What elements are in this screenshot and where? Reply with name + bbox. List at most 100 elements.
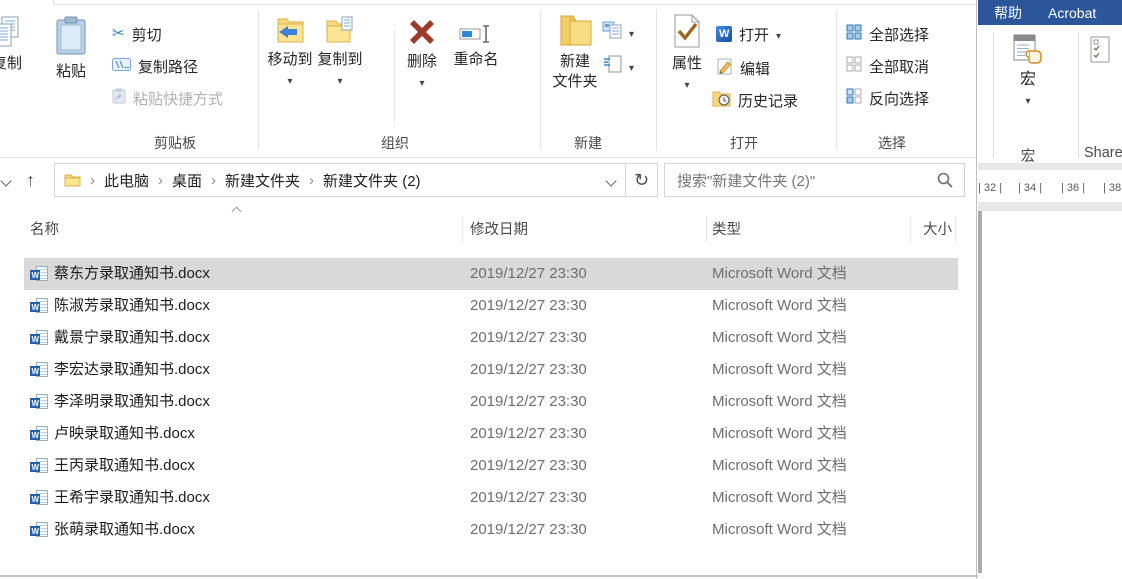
word-ribbon-tab[interactable]: 帮助 — [994, 3, 1022, 23]
ribbon-top-border — [53, 4, 976, 5]
word-ribbon-tab[interactable]: Acrobat — [1048, 5, 1096, 21]
file-name: 戴景宁录取通知书.docx — [54, 329, 210, 346]
search-input[interactable] — [675, 164, 929, 198]
column-separator[interactable] — [910, 216, 911, 242]
delete-button[interactable]: 删除 — [400, 18, 444, 90]
macro-button[interactable]: 宏 — [1002, 34, 1054, 108]
file-date: 2019/12/27 23:30 — [470, 457, 587, 474]
file-row[interactable]: 李泽明录取通知书.docx 2019/12/27 23:30 Microsoft… — [24, 386, 958, 418]
macro-dropdown-icon[interactable] — [1025, 91, 1030, 108]
select-none-label: 全部取消 — [869, 58, 930, 76]
breadcrumb-item[interactable]: 桌面 — [149, 170, 202, 191]
checklist-icon[interactable] — [1090, 36, 1110, 68]
sub-divider — [394, 30, 395, 122]
file-row[interactable]: 卢映录取通知书.docx 2019/12/27 23:30 Microsoft … — [24, 418, 958, 450]
copy-to-dropdown-icon[interactable] — [337, 71, 342, 88]
copy-to-button[interactable]: 复制到 — [316, 16, 364, 88]
file-row[interactable]: 陈淑芳录取通知书.docx 2019/12/27 23:30 Microsoft… — [24, 290, 958, 322]
select-none-button[interactable]: 全部取消 — [846, 54, 929, 78]
file-type: Microsoft Word 文档 — [712, 265, 847, 282]
group-divider — [836, 10, 837, 150]
word-ruler[interactable]: | 32 | | 34 | | 36 | | 38 — [978, 170, 1122, 202]
select-all-button[interactable]: 全部选择 — [846, 22, 929, 46]
open-button[interactable]: 打开 — [716, 22, 781, 46]
column-header-type[interactable]: 类型 — [712, 218, 741, 242]
file-row[interactable]: 戴景宁录取通知书.docx 2019/12/27 23:30 Microsoft… — [24, 322, 958, 354]
properties-button[interactable]: 属性 — [664, 14, 710, 92]
word-title-bar[interactable]: 帮助 Acrobat — [978, 0, 1122, 25]
file-type: Microsoft Word 文档 — [712, 521, 847, 538]
rename-label: 重命名 — [453, 51, 499, 68]
breadcrumb-item[interactable]: 新建文件夹 (2) — [300, 170, 421, 191]
breadcrumb-item[interactable]: 新建文件夹 — [202, 170, 300, 191]
breadcrumb-item[interactable]: 此电脑 — [81, 170, 149, 191]
file-name: 陈淑芳录取通知书.docx — [54, 297, 210, 314]
copy-button[interactable]: 复制 — [0, 16, 30, 72]
select-all-icon — [846, 24, 862, 44]
macro-icon — [1013, 34, 1043, 68]
new-folder-button[interactable]: 新建 文件夹 — [548, 12, 602, 90]
column-separator[interactable] — [955, 216, 956, 242]
word-file-icon — [30, 266, 48, 282]
paste-shortcut-button: 粘贴快捷方式 — [112, 86, 223, 110]
ruler-mark: | 34 | — [1018, 182, 1043, 194]
edit-button[interactable]: 编辑 — [716, 56, 770, 80]
search-box[interactable] — [664, 163, 965, 198]
word-file-icon — [30, 522, 48, 538]
address-bar[interactable]: 此电脑桌面新建文件夹新建文件夹 (2) — [54, 163, 626, 197]
open-dropdown-icon[interactable] — [776, 26, 781, 43]
file-row[interactable]: 李宏达录取通知书.docx 2019/12/27 23:30 Microsoft… — [24, 354, 958, 386]
edit-label: 编辑 — [740, 60, 771, 78]
properties-check-icon — [673, 14, 701, 52]
word-document-area[interactable] — [982, 211, 1122, 573]
new-item-dropdown-icon[interactable] — [629, 58, 634, 75]
file-row[interactable]: 王希宇录取通知书.docx 2019/12/27 23:30 Microsoft… — [24, 482, 958, 514]
file-row[interactable]: 王丙录取通知书.docx 2019/12/27 23:30 Microsoft … — [24, 450, 958, 482]
move-to-dropdown-icon[interactable] — [287, 71, 292, 88]
screen: 复制 粘贴 ✂ 剪切 复制路径 粘贴快捷方式 剪贴板 移动到 复制到 — [0, 0, 1122, 579]
rename-button[interactable]: 重命名 — [448, 24, 504, 68]
up-arrow-icon[interactable]: ↑ — [26, 171, 35, 189]
file-date: 2019/12/27 23:30 — [470, 521, 587, 538]
group-divider — [540, 10, 541, 150]
cut-button[interactable]: ✂ 剪切 — [112, 22, 162, 46]
history-button[interactable]: 历史记录 — [712, 88, 798, 112]
file-type: Microsoft Word 文档 — [712, 297, 847, 314]
column-header-size[interactable]: 大小 — [900, 218, 952, 242]
ruler-mark: | 36 | — [1061, 182, 1086, 194]
paste-shortcut-label: 粘贴快捷方式 — [133, 90, 224, 108]
file-row[interactable]: 张萌录取通知书.docx 2019/12/27 23:30 Microsoft … — [24, 514, 958, 546]
file-date: 2019/12/27 23:30 — [470, 297, 587, 314]
column-separator[interactable] — [706, 216, 707, 242]
file-type: Microsoft Word 文档 — [712, 361, 847, 378]
delete-dropdown-icon[interactable] — [419, 73, 424, 90]
easy-access-icon — [602, 21, 622, 43]
invert-selection-button[interactable]: 反向选择 — [846, 86, 929, 110]
column-separator[interactable] — [462, 216, 463, 242]
refresh-button[interactable]: ↻ — [625, 163, 658, 197]
column-header-date[interactable]: 修改日期 — [470, 218, 528, 242]
ribbon-bottom-border — [0, 157, 976, 158]
word-logo-block — [30, 430, 40, 440]
easy-access-dropdown-icon[interactable] — [629, 24, 634, 41]
sort-ascending-icon — [231, 206, 242, 217]
word-file-icon — [30, 298, 48, 314]
recent-locations-chevron-icon[interactable] — [0, 175, 12, 187]
properties-dropdown-icon[interactable] — [684, 75, 689, 92]
column-header-name[interactable]: 名称 — [30, 218, 59, 242]
easy-access-button[interactable] — [602, 20, 634, 44]
file-name: 李宏达录取通知书.docx — [54, 361, 210, 378]
invert-selection-icon — [846, 88, 862, 108]
select-none-icon — [846, 56, 862, 76]
word-logo-block — [30, 270, 40, 280]
new-item-button[interactable] — [604, 54, 634, 78]
file-date: 2019/12/27 23:30 — [470, 393, 587, 410]
bottom-edge — [0, 575, 1122, 577]
clipboard-icon — [55, 16, 87, 60]
paste-button[interactable]: 粘贴 — [48, 16, 94, 80]
move-to-button[interactable]: 移动到 — [266, 16, 314, 88]
file-type: Microsoft Word 文档 — [712, 457, 847, 474]
file-row[interactable]: 蔡东方录取通知书.docx 2019/12/27 23:30 Microsoft… — [24, 258, 958, 290]
copy-path-button[interactable]: 复制路径 — [112, 54, 198, 78]
word-logo-block — [30, 302, 40, 312]
